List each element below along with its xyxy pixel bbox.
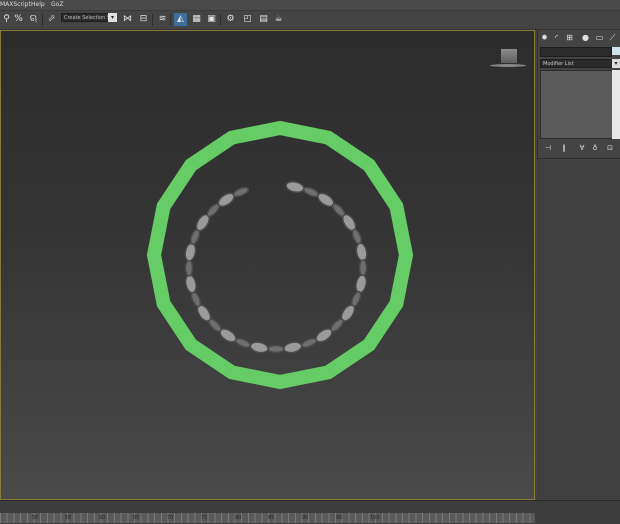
chain-link [184,274,197,294]
viewport-scene [146,120,414,390]
chain-link [267,344,285,354]
chain-link [283,341,303,354]
pin-stack-icon[interactable]: ⊣ [542,143,554,153]
make-unique-icon[interactable]: ∀ [576,143,588,153]
time-tick-label: 55 [65,515,72,521]
motion-icon[interactable]: ● [580,32,591,43]
time-tick-label: 85 [268,515,275,521]
chain-link [184,259,194,277]
time-tick-label: 65 [133,515,140,521]
panel-divider [537,158,620,159]
time-tick-label: 60 [99,515,106,521]
time-tick-label: 50 [32,515,39,521]
time-tick-label: 90 [302,515,309,521]
chain-link [355,242,368,262]
object-color-swatch[interactable] [612,47,620,55]
time-tick-label: 80 [235,515,242,521]
time-tick-label: 75 [201,515,208,521]
modifier-stack-scrollbar[interactable] [612,70,620,139]
chain-link [300,337,318,349]
modifier-list-dropdown[interactable]: Modifier List [540,59,618,68]
modifier-stack[interactable] [540,70,618,139]
chain-link [234,337,252,349]
utilities-icon[interactable]: ⟋ [607,32,618,43]
chevron-down-icon[interactable]: ▾ [612,59,620,68]
create-icon[interactable]: ✹ [539,32,550,43]
time-tick-label: 70 [167,515,174,521]
chain-link [355,274,368,294]
chain-link [285,180,305,194]
chain-link [358,259,368,277]
chain-ring-object[interactable] [184,180,368,354]
display-icon[interactable]: ▭ [594,32,605,43]
time-tick-label: 95 [336,515,343,521]
chain-link [184,242,197,262]
configure-sets-icon[interactable]: ⊡ [604,143,616,153]
time-tick-label: 100 [370,515,380,521]
show-end-result-icon[interactable]: ‖ [558,143,570,153]
modify-icon[interactable]: ◜ [551,32,562,43]
chain-link [249,341,269,354]
chain-link [232,186,250,198]
hierarchy-icon[interactable]: ⊞ [564,32,575,43]
parameters-rollout-area [537,160,620,500]
remove-modifier-icon[interactable]: ♁ [589,143,601,153]
object-name-field[interactable] [540,47,612,57]
